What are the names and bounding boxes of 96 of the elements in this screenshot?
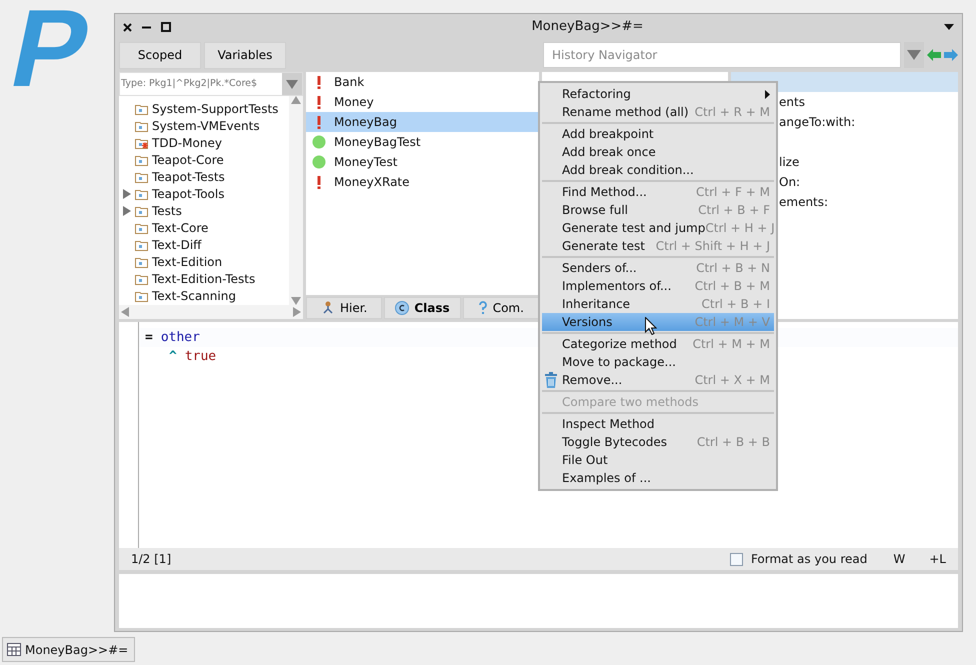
back-arrow-icon[interactable] xyxy=(927,49,941,61)
package-icon xyxy=(135,102,148,114)
expand-arrow-icon[interactable] xyxy=(123,206,131,216)
hierarchy-icon xyxy=(320,301,335,315)
menu-item[interactable]: Generate test Ctrl + Shift + H + J xyxy=(542,237,774,255)
package-icon xyxy=(135,222,148,234)
menu-item[interactable]: Refactoring xyxy=(542,85,774,103)
forward-arrow-icon[interactable] xyxy=(944,49,958,61)
error-mark-icon xyxy=(317,176,321,188)
window-icon xyxy=(7,643,21,656)
menu-item[interactable]: Find Method... Ctrl + F + M xyxy=(542,183,774,201)
dropdown-icon[interactable] xyxy=(944,24,954,30)
close-icon[interactable] xyxy=(123,22,132,32)
class-item[interactable]: MoneyBagTest xyxy=(306,132,539,152)
menu-item[interactable]: Add break condition... xyxy=(542,161,774,179)
menu-item[interactable]: Remove... Ctrl + X + M xyxy=(542,371,774,389)
vertical-scrollbar[interactable] xyxy=(289,96,303,305)
package-item[interactable]: Teapot-Tools xyxy=(119,185,289,202)
toolbar-button[interactable]: Scoped xyxy=(119,42,201,68)
scroll-left-icon[interactable] xyxy=(121,307,129,317)
code-token: true xyxy=(184,348,216,366)
menu-item[interactable]: Rename method (all) Ctrl + R + M xyxy=(542,103,774,121)
package-icon xyxy=(135,170,148,182)
dropdown-icon xyxy=(907,50,921,60)
package-icon xyxy=(135,204,148,216)
menu-item[interactable]: Generate test and jumpCtrl + H + J xyxy=(542,219,774,237)
dropdown-button[interactable] xyxy=(904,42,924,68)
line-numbers-toggle[interactable]: +L xyxy=(929,550,946,568)
menu-item[interactable]: Inheritance Ctrl + B + I xyxy=(542,295,774,313)
package-icon xyxy=(135,290,148,302)
error-mark-icon xyxy=(317,76,321,88)
maximize-icon[interactable] xyxy=(161,22,171,32)
package-item[interactable]: Teapot-Core xyxy=(119,151,289,168)
code-token: ^ xyxy=(169,348,177,366)
cursor-position: 1/2 [1] xyxy=(131,551,172,568)
error-mark-icon xyxy=(317,116,321,128)
package-item[interactable]: Tests xyxy=(119,202,289,219)
class-item[interactable]: Bank xyxy=(306,72,539,92)
menu-item[interactable]: Categorize method Ctrl + M + M xyxy=(542,335,774,353)
dropdown-icon xyxy=(286,80,298,88)
expand-arrow-icon[interactable] xyxy=(123,188,131,198)
class-item[interactable]: MoneyTest xyxy=(306,152,539,172)
menu-item[interactable]: Versions Ctrl + M + V xyxy=(542,313,774,331)
class-item[interactable]: MoneyBag xyxy=(306,112,539,132)
passed-dot-icon xyxy=(312,155,326,169)
window-title: MoneyBag>>#= xyxy=(530,18,644,36)
class-item[interactable]: MoneyXRate xyxy=(306,172,539,192)
menu-item[interactable]: Add break once xyxy=(542,143,774,161)
scroll-right-icon[interactable] xyxy=(293,307,301,317)
passed-dot-icon xyxy=(312,135,326,149)
toolbar-button[interactable]: Variables xyxy=(204,42,286,68)
package-icon xyxy=(135,272,148,284)
menu-item[interactable]: Inspect Method xyxy=(542,415,774,433)
package-icon xyxy=(135,238,148,250)
package-item[interactable]: System-SupportTests xyxy=(119,100,289,117)
taskbar-button[interactable]: MoneyBag>>#= xyxy=(2,637,136,662)
history-field[interactable]: History Navigator xyxy=(543,42,901,68)
package-item[interactable]: Text-Scanning xyxy=(119,287,289,304)
menu-item[interactable]: Implementors of... Ctrl + B + M xyxy=(542,277,774,295)
checkbox-label: Format as you read xyxy=(750,551,868,568)
dropdown-button[interactable] xyxy=(282,73,302,95)
package-item[interactable]: Text-Diff xyxy=(119,236,289,253)
menu-item[interactable]: Senders of... Ctrl + B + N xyxy=(542,259,774,277)
package-flagged-icon xyxy=(135,136,148,148)
trash-icon xyxy=(544,372,558,388)
mouse-pointer-icon xyxy=(645,317,657,335)
logo-text: P xyxy=(2,0,96,104)
menu-item[interactable]: Move to package... xyxy=(542,353,774,371)
menu-item[interactable]: Toggle Bytecodes Ctrl + B + B xyxy=(542,433,774,451)
menu-item[interactable]: Examples of ... xyxy=(542,469,774,487)
menu-item[interactable]: Browse full Ctrl + B + F xyxy=(542,201,774,219)
menu-item[interactable]: Add breakpoint xyxy=(542,125,774,143)
toggle-button[interactable]: Class xyxy=(384,297,461,319)
toggle-button[interactable]: Hier. xyxy=(306,297,382,319)
code-token: other xyxy=(160,328,200,347)
package-item[interactable]: Teapot-Tests xyxy=(119,168,289,185)
toggle-button[interactable]: Com. xyxy=(462,297,539,319)
question-icon xyxy=(478,301,488,315)
horizontal-scrollbar[interactable] xyxy=(119,305,303,319)
class-item[interactable]: Money xyxy=(306,92,539,112)
package-item[interactable]: Text-Edition xyxy=(119,253,289,270)
package-item[interactable]: TDD-Money xyxy=(119,134,289,151)
package-icon xyxy=(135,120,148,132)
code-token: = xyxy=(145,328,153,347)
package-icon xyxy=(135,154,148,166)
package-item[interactable]: Text-Edition-Tests xyxy=(119,270,289,287)
menu-item[interactable]: File Out xyxy=(542,451,774,469)
package-item[interactable]: System-VMEvents xyxy=(119,117,289,134)
package-icon xyxy=(135,256,148,268)
package-item[interactable]: Text-Core xyxy=(119,219,289,236)
package-icon xyxy=(135,188,148,200)
error-mark-icon xyxy=(317,96,321,108)
class-icon xyxy=(395,301,410,315)
wrap-toggle[interactable]: W xyxy=(893,550,906,568)
format-checkbox[interactable] xyxy=(730,552,743,566)
package-filter-field[interactable]: Type: Pkg1|^Pkg2|Pk.*Core$ xyxy=(119,72,303,96)
